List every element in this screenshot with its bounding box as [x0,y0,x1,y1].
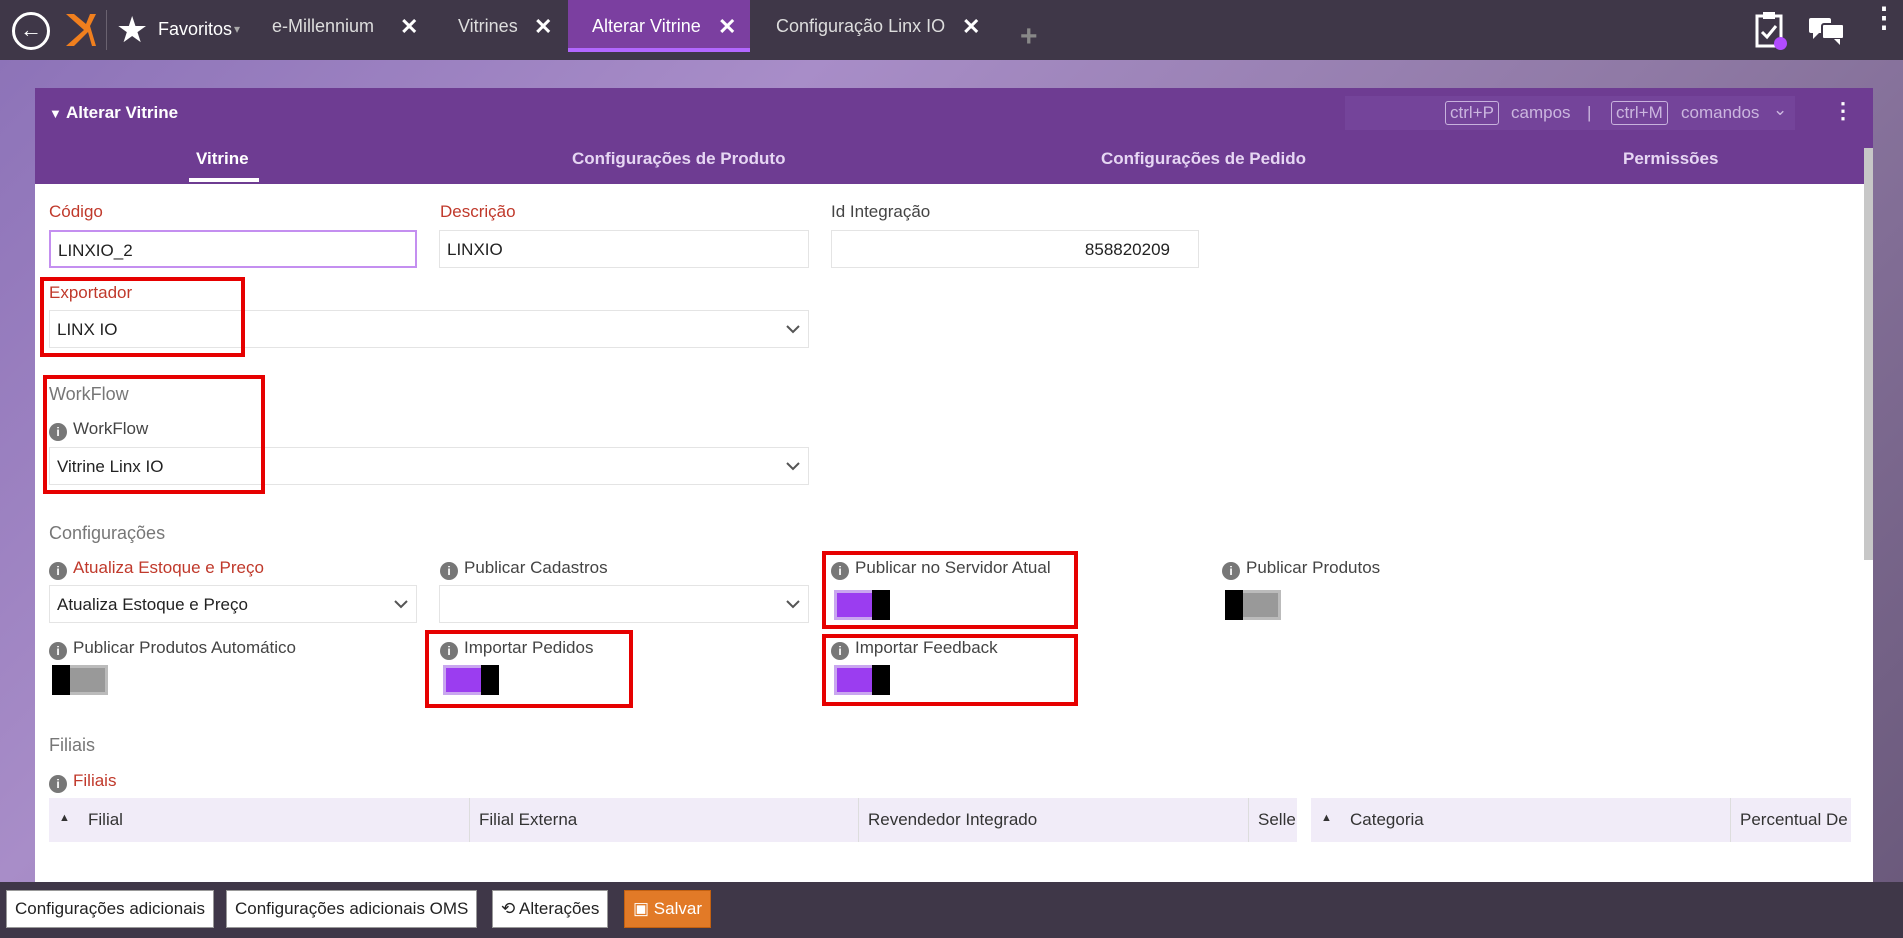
descricao-label: Descrição [440,202,516,221]
configuracoes-adicionais-oms-button[interactable]: Configurações adicionais OMS [226,890,478,928]
tab-label: e-Millennium [272,16,375,36]
column-divider [469,798,470,842]
id-integracao-input[interactable]: 858820209 [831,230,1199,268]
add-tab-icon[interactable]: + [1020,22,1038,52]
publicar-cadastros-select[interactable] [439,585,809,623]
tab-e-millennium[interactable]: e-Millennium ✕ [262,0,422,52]
publicar-cadastros-label: i Publicar Cadastros [440,558,608,580]
shortcut-separator: | [1587,103,1592,122]
descricao-input[interactable]: LINXIO [439,230,809,268]
top-bar: ← ★ Favoritos ▾ e-Millennium ✕ Vitrines … [0,0,1903,60]
sort-up-icon[interactable]: ▲ [59,812,70,824]
sort-up-icon[interactable]: ▲ [1321,812,1332,824]
chevron-down-icon[interactable] [786,459,800,473]
save-icon: ▣ [633,899,650,918]
close-icon[interactable]: ✕ [718,14,736,40]
filiais-grid-header: ▲ Filial Filial Externa Revendedor Integ… [49,798,1297,842]
chevron-down-icon[interactable]: ⌄ [1773,100,1787,120]
info-icon[interactable]: i [49,775,67,793]
publicar-produtos-label: i Publicar Produtos [1222,558,1380,580]
column-divider [858,798,859,842]
info-icon[interactable]: i [440,562,458,580]
scrollbar[interactable] [1864,148,1873,560]
atualiza-estoque-label: i Atualiza Estoque e Preço [49,558,264,580]
tab-vitrine[interactable]: Vitrine [196,149,249,169]
atualiza-estoque-value: Atualiza Estoque e Preço [57,595,248,614]
info-icon[interactable]: i [1222,562,1240,580]
shortcut-label: campos [1511,103,1571,122]
caret-down-icon[interactable]: ▼ [49,106,62,121]
column-filial-externa[interactable]: Filial Externa [479,810,577,830]
tab-configuracoes-produto[interactable]: Configurações de Produto [572,149,785,169]
highlight-box [40,277,245,357]
history-icon: ⟲ [501,899,516,918]
chevron-down-icon[interactable]: ▾ [234,22,240,36]
info-icon[interactable]: i [49,642,67,660]
close-icon[interactable]: ✕ [962,14,980,40]
tab-alterar-vitrine[interactable]: Alterar Vitrine ✕ [568,0,750,52]
divider [106,10,107,50]
highlight-box [822,551,1078,629]
panel-title[interactable]: ▼ Alterar Vitrine [49,103,178,123]
more-vertical-icon[interactable]: ⋮ [1870,4,1898,32]
chevron-down-icon[interactable] [394,597,408,611]
toggle-knob [52,665,70,695]
column-percentual[interactable]: Percentual De [1740,810,1848,830]
filiais-section-title: Filiais [49,735,96,755]
tab-label: Vitrines [458,16,518,36]
publicar-automatico-label: i Publicar Produtos Automático [49,638,296,660]
publicar-automatico-toggle[interactable] [52,665,108,695]
highlight-box [822,634,1078,706]
chat-icon[interactable] [1808,14,1846,48]
tab-configuracao-linx-io[interactable]: Configuração Linx IO ✕ [766,0,992,52]
close-icon[interactable]: ✕ [534,14,552,40]
codigo-label: Código [49,202,103,221]
back-icon[interactable]: ← [12,12,50,50]
shortcut-label: comandos [1681,103,1760,122]
chevron-down-icon[interactable] [786,322,800,336]
active-tab-indicator [189,178,259,182]
alterar-vitrine-panel: ▼ Alterar Vitrine ctrl+P campos | ctrl+M… [35,88,1873,882]
column-categoria[interactable]: Categoria [1350,810,1424,830]
configuracoes-adicionais-button[interactable]: Configurações adicionais [6,890,214,928]
codigo-input[interactable]: LINXIO_2 [49,230,417,268]
more-vertical-icon[interactable]: ⋮ [1832,98,1854,124]
alteracoes-button[interactable]: ⟲ Alterações [492,890,609,928]
chevron-down-icon[interactable] [786,597,800,611]
tab-permissoes[interactable]: Permissões [1623,149,1718,169]
panel-header: ▼ Alterar Vitrine ctrl+P campos | ctrl+M… [35,88,1873,184]
tab-vitrines[interactable]: Vitrines ✕ [448,0,566,52]
column-divider [1248,798,1249,842]
column-seller[interactable]: Selle [1258,810,1296,830]
bottom-toolbar: Configurações adicionais Configurações a… [0,882,1903,938]
notification-dot [1774,37,1787,50]
shortcut-key: ctrl+M [1611,101,1668,125]
highlight-box [425,630,633,708]
categorias-grid-header: ▲ Categoria Percentual De [1311,798,1851,842]
column-divider [1730,798,1731,842]
id-integracao-label: Id Integração [831,202,931,221]
favorites-menu[interactable]: Favoritos [158,19,232,40]
close-icon[interactable]: ✕ [400,14,418,40]
toggle-knob [1225,590,1243,620]
highlight-box [43,375,265,494]
save-button[interactable]: ▣ Salvar [624,890,711,928]
tab-configuracoes-pedido[interactable]: Configurações de Pedido [1101,149,1306,169]
filiais-label: i Filiais [49,771,116,793]
tab-label: Configuração Linx IO [776,16,946,36]
publicar-produtos-toggle[interactable] [1225,590,1281,620]
shortcut-key: ctrl+P [1445,101,1499,125]
column-revendedor-integrado[interactable]: Revendedor Integrado [868,810,1037,830]
atualiza-estoque-select[interactable]: Atualiza Estoque e Preço [49,585,417,623]
tab-label: Alterar Vitrine [592,16,701,36]
linx-logo-icon[interactable] [62,12,96,48]
info-icon[interactable]: i [49,562,67,580]
configuracoes-section-title: Configurações [49,523,166,543]
column-filial[interactable]: Filial [88,810,123,830]
shortcuts-bar[interactable]: ctrl+P campos | ctrl+M comandos ⌄ [1345,96,1795,130]
star-icon[interactable]: ★ [116,10,148,50]
